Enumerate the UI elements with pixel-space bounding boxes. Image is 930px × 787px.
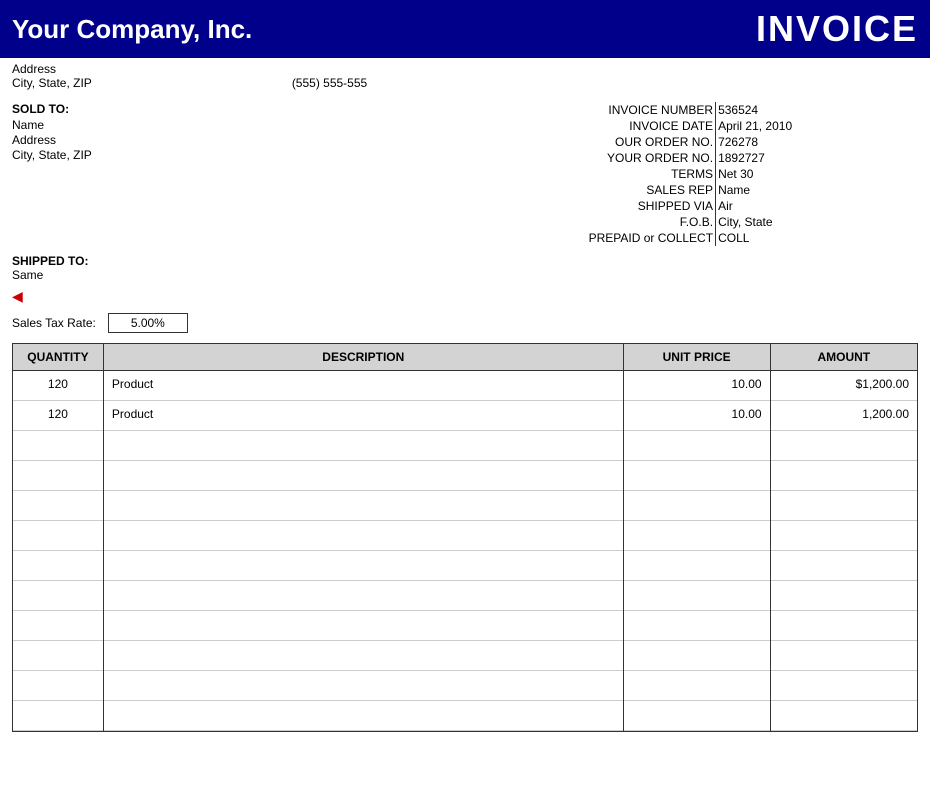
row-amount: 1,200.00: [770, 401, 917, 431]
detail-label: TERMS: [498, 166, 716, 182]
invoice-detail-row: TERMS Net 30: [498, 166, 918, 182]
header-description: DESCRIPTION: [103, 344, 623, 371]
invoice-title: INVOICE: [756, 8, 918, 50]
invoice-detail-row: INVOICE NUMBER 536524: [498, 102, 918, 118]
table-row: 120 Product 10.00 $1,200.00: [13, 371, 917, 401]
detail-label: F.O.B.: [498, 214, 716, 230]
detail-label: INVOICE DATE: [498, 118, 716, 134]
company-address-line1: Address: [12, 62, 92, 76]
tax-row: Sales Tax Rate:: [0, 307, 930, 339]
table-row-empty: [13, 521, 917, 551]
row-description: Product: [103, 371, 623, 401]
red-arrow-indicator: ◀: [0, 286, 930, 307]
row-quantity: 120: [13, 371, 103, 401]
items-table-header: QUANTITY DESCRIPTION UNIT PRICE AMOUNT: [13, 344, 917, 371]
invoice-detail-row: SALES REP Name: [498, 182, 918, 198]
company-phone: (555) 555-555: [292, 62, 367, 90]
company-address: Address City, State, ZIP: [12, 62, 92, 90]
company-address-row: Address City, State, ZIP (555) 555-555: [0, 58, 930, 94]
company-name: Your Company, Inc.: [12, 14, 252, 45]
row-unit-price: 10.00: [623, 371, 770, 401]
invoice-details-section: INVOICE NUMBER 536524 INVOICE DATE April…: [498, 102, 918, 246]
header-unit-price: UNIT PRICE: [623, 344, 770, 371]
table-row: 120 Product 10.00 1,200.00: [13, 401, 917, 431]
detail-value: 726278: [716, 134, 918, 150]
shipped-to-section: SHIPPED TO: Same: [0, 250, 930, 286]
detail-value: COLL: [716, 230, 918, 246]
table-row-empty: [13, 611, 917, 641]
table-row-empty: [13, 701, 917, 731]
tax-label: Sales Tax Rate:: [12, 316, 96, 330]
tax-input[interactable]: [108, 313, 188, 333]
detail-value: April 21, 2010: [716, 118, 918, 134]
shipped-to-value: Same: [12, 268, 918, 282]
invoice-detail-row: SHIPPED VIA Air: [498, 198, 918, 214]
info-section: SOLD TO: Name Address City, State, ZIP I…: [0, 94, 930, 250]
row-description: Product: [103, 401, 623, 431]
header-bar: Your Company, Inc. INVOICE: [0, 0, 930, 58]
items-table-wrapper: QUANTITY DESCRIPTION UNIT PRICE AMOUNT 1…: [12, 343, 918, 732]
header-quantity: QUANTITY: [13, 344, 103, 371]
sold-to-address: Address: [12, 133, 498, 147]
invoice-detail-row: PREPAID or COLLECT COLL: [498, 230, 918, 246]
invoice-details-table: INVOICE NUMBER 536524 INVOICE DATE April…: [498, 102, 918, 246]
table-row-empty: [13, 551, 917, 581]
detail-value: Name: [716, 182, 918, 198]
invoice-detail-row: OUR ORDER NO. 726278: [498, 134, 918, 150]
detail-label: YOUR ORDER NO.: [498, 150, 716, 166]
row-amount: $1,200.00: [770, 371, 917, 401]
detail-label: INVOICE NUMBER: [498, 102, 716, 118]
items-table: QUANTITY DESCRIPTION UNIT PRICE AMOUNT 1…: [13, 344, 917, 731]
detail-value: 536524: [716, 102, 918, 118]
table-row-empty: [13, 641, 917, 671]
shipped-to-label: SHIPPED TO:: [12, 254, 88, 268]
invoice-detail-row: F.O.B. City, State: [498, 214, 918, 230]
items-table-body: 120 Product 10.00 $1,200.00 120 Product …: [13, 371, 917, 731]
row-unit-price: 10.00: [623, 401, 770, 431]
sold-to-city: City, State, ZIP: [12, 148, 498, 162]
detail-label: OUR ORDER NO.: [498, 134, 716, 150]
detail-label: PREPAID or COLLECT: [498, 230, 716, 246]
table-row-empty: [13, 431, 917, 461]
table-row-empty: [13, 491, 917, 521]
detail-value: 1892727: [716, 150, 918, 166]
table-row-empty: [13, 581, 917, 611]
invoice-detail-row: YOUR ORDER NO. 1892727: [498, 150, 918, 166]
invoice-detail-row: INVOICE DATE April 21, 2010: [498, 118, 918, 134]
detail-value: City, State: [716, 214, 918, 230]
detail-value: Net 30: [716, 166, 918, 182]
detail-value: Air: [716, 198, 918, 214]
company-address-line2: City, State, ZIP: [12, 76, 92, 90]
table-row-empty: [13, 461, 917, 491]
detail-label: SHIPPED VIA: [498, 198, 716, 214]
sold-to-name: Name: [12, 118, 498, 132]
row-quantity: 120: [13, 401, 103, 431]
table-row-empty: [13, 671, 917, 701]
detail-label: SALES REP: [498, 182, 716, 198]
sold-to-label: SOLD TO:: [12, 102, 498, 116]
sold-to-section: SOLD TO: Name Address City, State, ZIP: [12, 102, 498, 246]
header-amount: AMOUNT: [770, 344, 917, 371]
